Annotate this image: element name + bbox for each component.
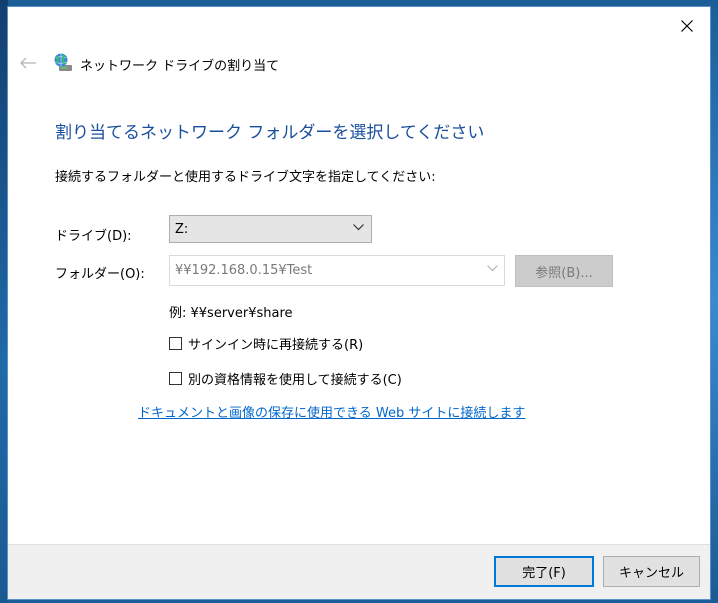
credentials-checkbox[interactable] xyxy=(169,372,182,385)
window-title: ネットワーク ドライブの割り当て xyxy=(80,59,280,74)
dialog-footer: 完了(F) キャンセル xyxy=(8,544,710,599)
back-button[interactable] xyxy=(16,53,40,73)
back-arrow-icon xyxy=(20,57,36,69)
reconnect-option[interactable]: サインイン時に再接続する(R) xyxy=(169,334,363,353)
chevron-down-icon xyxy=(353,224,364,231)
credentials-option[interactable]: 別の資格情報を使用して接続する(C) xyxy=(169,369,402,388)
finish-button[interactable]: 完了(F) xyxy=(494,556,594,587)
folder-label: フォルダー(O): xyxy=(55,267,145,282)
browse-button[interactable]: 参照(B)... xyxy=(515,255,613,287)
drive-value: Z: xyxy=(175,221,189,237)
page-heading: 割り当てるネットワーク フォルダーを選択してください xyxy=(55,123,485,143)
map-network-drive-dialog: ネットワーク ドライブの割り当て 割り当てるネットワーク フォルダーを選択してく… xyxy=(7,6,711,600)
drive-dropdown[interactable]: Z: xyxy=(169,215,372,243)
instruction-text: 接続するフォルダーと使用するドライブ文字を指定してください: xyxy=(55,170,436,185)
reconnect-label: サインイン時に再接続する(R) xyxy=(188,338,364,353)
close-icon xyxy=(681,20,693,32)
drive-label: ドライブ(D): xyxy=(55,229,132,244)
close-button[interactable] xyxy=(664,7,710,45)
network-drive-icon xyxy=(54,53,72,71)
example-text: 例: ¥¥server¥share xyxy=(169,306,293,321)
credentials-label: 別の資格情報を使用して接続する(C) xyxy=(188,373,402,388)
web-site-link[interactable]: ドキュメントと画像の保存に使用できる Web サイトに接続します xyxy=(138,402,525,421)
folder-value: ¥¥192.168.0.15¥Test xyxy=(175,263,313,278)
cancel-button[interactable]: キャンセル xyxy=(603,556,700,587)
reconnect-checkbox[interactable] xyxy=(169,337,182,350)
chevron-down-icon xyxy=(487,265,498,272)
desktop-background-right xyxy=(710,0,718,603)
folder-input[interactable]: ¥¥192.168.0.15¥Test xyxy=(169,255,505,286)
